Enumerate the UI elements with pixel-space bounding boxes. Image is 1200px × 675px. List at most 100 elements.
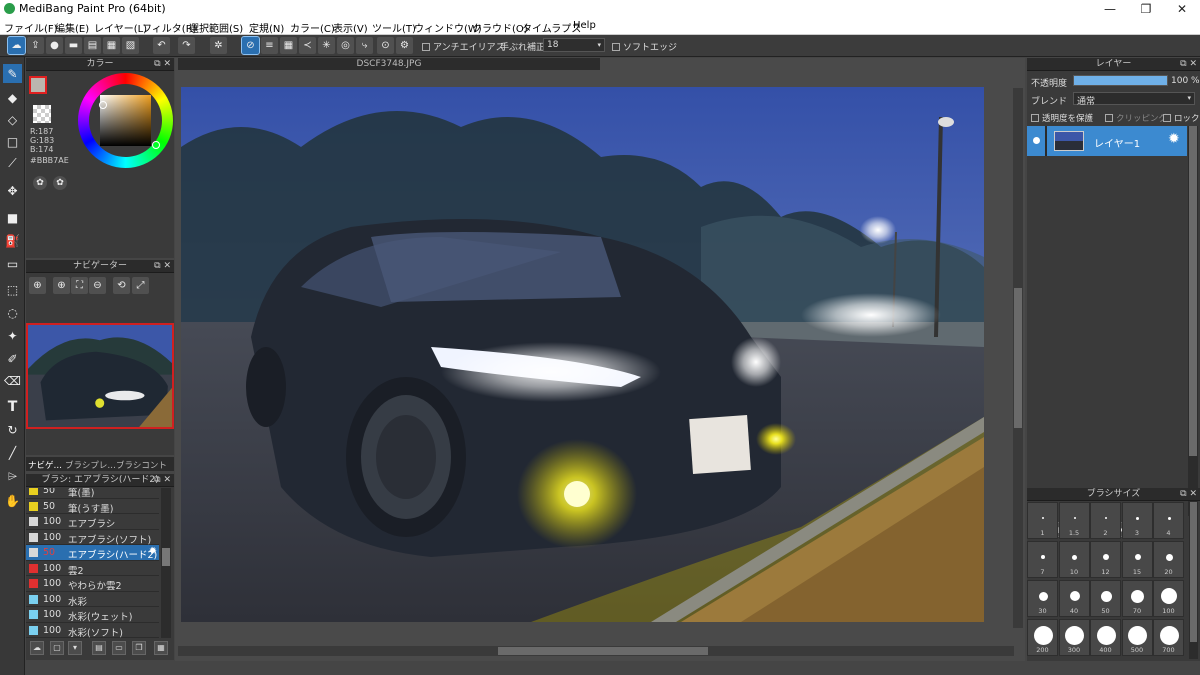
panel-close-icon[interactable]: ⧉ ✕ — [154, 260, 171, 273]
list-item[interactable]: 100 やわらか雲2 — [26, 576, 159, 592]
hue-cursor[interactable] — [152, 141, 160, 149]
brush-size-option[interactable]: 700 — [1153, 619, 1184, 656]
move-tool-icon[interactable]: ✥ — [3, 181, 22, 200]
rectangle-tool-icon[interactable]: □ — [3, 132, 22, 151]
menu-layer[interactable]: レイヤー(L) — [94, 20, 147, 35]
line-tool-icon[interactable]: ⟋ — [3, 154, 22, 173]
secondary-color-swatch[interactable] — [33, 105, 51, 123]
list-item-selected[interactable]: 50 エアブラシ(ハード2) ✹ — [26, 545, 159, 561]
parallel-snap-icon[interactable]: ≡ — [261, 37, 278, 54]
gear-icon[interactable]: ✹ — [149, 546, 157, 557]
brush-size-option[interactable]: 1 — [1027, 502, 1058, 539]
zoom-out-icon[interactable]: ⊖ — [89, 277, 106, 294]
menu-ruler[interactable]: 定規(N) — [249, 20, 284, 35]
fill-rect-tool-icon[interactable]: ■ — [3, 208, 22, 227]
perspective-snap-icon[interactable]: ≺ — [299, 37, 316, 54]
select-pen-icon[interactable]: ✐ — [3, 349, 22, 368]
add-brush-icon[interactable]: ☁ — [30, 641, 44, 655]
brush-menu-icon[interactable]: ▾ — [68, 641, 82, 655]
canvas-image[interactable] — [181, 87, 984, 622]
brush-tool-icon[interactable]: ✎ — [3, 64, 22, 83]
lock-checkbox[interactable] — [1163, 114, 1171, 122]
layer-item[interactable]: レイヤー1 ✹ — [1027, 126, 1187, 156]
brush-size-option[interactable]: 40 — [1058, 580, 1090, 617]
scrollbar-thumb[interactable] — [1014, 288, 1022, 428]
tab-navigator[interactable]: ナビゲ… — [28, 459, 62, 471]
menu-cloud[interactable]: クラウド(O) — [472, 20, 528, 35]
loading-icon[interactable]: ✲ — [210, 37, 227, 54]
gear-icon[interactable]: ✹ — [1168, 131, 1180, 147]
brush-size-option[interactable]: 500 — [1121, 619, 1153, 656]
protect-alpha-checkbox[interactable] — [1031, 114, 1039, 122]
list-item[interactable]: 50 筆(うす墨) — [26, 499, 159, 515]
circle-snap-icon[interactable]: ◎ — [337, 37, 354, 54]
tab-brush-preset[interactable]: ブラシプレ… — [65, 459, 116, 471]
brush-size-option[interactable]: 70 — [1121, 580, 1153, 617]
saturation-value-square[interactable] — [100, 95, 151, 146]
menu-edit[interactable]: 編集(E) — [55, 20, 89, 35]
zoom-plus-icon[interactable]: ⊕ — [53, 277, 70, 294]
brush-list-scrollbar[interactable] — [161, 488, 171, 638]
blend-mode-select[interactable]: 通常 ▾ — [1073, 92, 1195, 107]
menu-file[interactable]: ファイル(F) — [4, 20, 58, 35]
soft-edge-checkbox[interactable] — [612, 43, 620, 51]
list-item[interactable]: 100 エアブラシ — [26, 514, 159, 530]
panel-close-icon[interactable]: ⧉ ✕ — [154, 474, 171, 487]
brush-size-option[interactable]: 7 — [1027, 541, 1058, 578]
palette-icon[interactable]: ✿ — [33, 176, 47, 190]
eye-icon[interactable] — [1033, 137, 1040, 144]
new-brush-icon[interactable]: ▢ — [50, 641, 64, 655]
eyedropper-icon[interactable]: ⌲ — [3, 467, 22, 486]
scrollbar-thumb[interactable] — [162, 548, 170, 566]
color-history-icon[interactable]: ✿ — [53, 176, 67, 190]
zoom-in-icon[interactable]: ⊕ — [29, 277, 46, 294]
text-tool-icon[interactable]: T — [3, 397, 22, 416]
snap-settings-icon[interactable]: ⚙ — [396, 37, 413, 54]
list-item[interactable]: 100 雲2 — [26, 561, 159, 577]
operation-tool-icon[interactable]: ↻ — [3, 420, 22, 439]
folder-icon[interactable]: ▭ — [112, 641, 126, 655]
duplicate-icon[interactable]: ❐ — [132, 641, 146, 655]
comment-icon[interactable]: ● — [46, 37, 63, 54]
menu-tools[interactable]: ツール(T) — [372, 20, 416, 35]
brush-size-option[interactable]: 15 — [1121, 541, 1153, 578]
snap-off-icon[interactable]: ⊘ — [241, 36, 260, 55]
hand-tool-icon[interactable]: ✋ — [3, 491, 22, 510]
grid-doc-icon[interactable]: ▦ — [103, 37, 120, 54]
brush-size-option[interactable]: 30 — [1027, 580, 1058, 617]
hue-ring[interactable] — [78, 73, 173, 168]
brush-size-option[interactable]: 4 — [1153, 502, 1184, 539]
brush-size-scrollbar[interactable] — [1189, 502, 1198, 659]
brush-size-option[interactable]: 20 — [1153, 541, 1184, 578]
gradient-tool-icon[interactable]: ▭ — [3, 254, 22, 273]
primary-color-swatch[interactable] — [29, 76, 47, 94]
close-button[interactable]: ✕ — [1164, 0, 1200, 18]
fullscreen-icon[interactable]: ⤢ — [132, 277, 149, 294]
select-eraser-icon[interactable]: ⌫ — [3, 371, 22, 390]
brush-size-option[interactable]: 1.5 — [1058, 502, 1090, 539]
menu-selection[interactable]: 選択範囲(S) — [189, 20, 243, 35]
minimize-button[interactable]: — — [1092, 0, 1128, 18]
list-item[interactable]: 100 水彩(ウェット) — [26, 607, 159, 623]
antialias-checkbox[interactable] — [422, 43, 430, 51]
brush-size-option[interactable]: 50 — [1090, 580, 1121, 617]
color-cursor[interactable] — [99, 101, 107, 109]
list-item[interactable]: 100 水彩 — [26, 592, 159, 608]
share-icon[interactable]: ⇪ — [27, 37, 44, 54]
panel-close-icon[interactable]: ⧉ ✕ — [1180, 58, 1197, 71]
delete-icon[interactable]: ▦ — [154, 641, 168, 655]
document-icon[interactable]: ▤ — [84, 37, 101, 54]
document-tab[interactable]: DSCF3748.JPG — [178, 58, 600, 70]
dot-eraser-icon[interactable]: ◇ — [3, 110, 22, 129]
maximize-button[interactable]: ❐ — [1128, 0, 1164, 18]
brush-size-option[interactable]: 3 — [1121, 502, 1153, 539]
scrollbar-thumb[interactable] — [1190, 502, 1197, 642]
panel-close-icon[interactable]: ⧉ ✕ — [1180, 488, 1197, 501]
navigator-preview[interactable] — [26, 323, 174, 429]
rotate-icon[interactable]: ⟲ — [113, 277, 130, 294]
bucket-tool-icon[interactable]: ⛽ — [3, 231, 22, 250]
list-item[interactable]: 50 筆(墨) — [26, 488, 159, 499]
scrollbar-thumb[interactable] — [498, 647, 708, 655]
opacity-slider[interactable] — [1073, 75, 1168, 86]
curve-snap-icon[interactable]: ⤷ — [356, 37, 373, 54]
